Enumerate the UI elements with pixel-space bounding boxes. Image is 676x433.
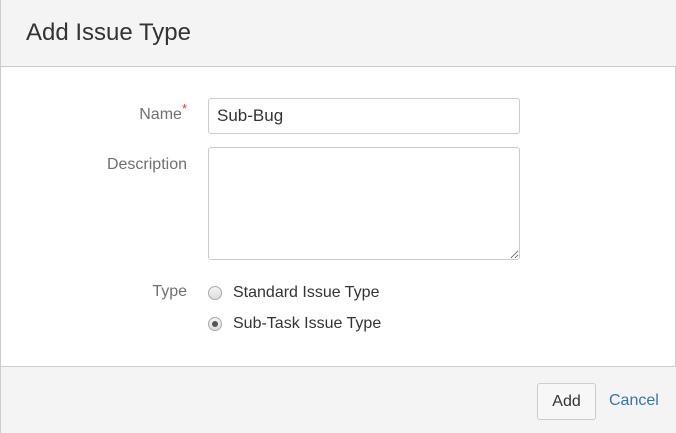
type-label: Type xyxy=(152,283,187,300)
required-marker: * xyxy=(181,101,187,116)
radio-label: Standard Issue Type xyxy=(233,284,380,301)
radio-standard-issue-type[interactable]: Standard Issue Type xyxy=(208,284,379,302)
cancel-link[interactable]: Cancel xyxy=(609,392,659,410)
radio-label: Sub-Task Issue Type xyxy=(233,315,382,332)
add-issue-type-dialog: Add Issue Type Name* Description Type St… xyxy=(0,0,676,433)
name-input[interactable] xyxy=(208,98,520,134)
radio-sub-task-issue-type[interactable]: Sub-Task Issue Type xyxy=(208,315,381,333)
name-label-text: Name xyxy=(139,106,182,123)
description-textarea[interactable] xyxy=(208,147,520,260)
radio-checked-icon[interactable] xyxy=(208,317,222,331)
dialog-header: Add Issue Type xyxy=(1,0,676,67)
dialog-footer: Add Cancel xyxy=(1,366,676,433)
description-label: Description xyxy=(106,156,187,173)
radio-unchecked-icon[interactable] xyxy=(208,286,222,300)
name-label: Name* xyxy=(139,101,187,124)
add-button[interactable]: Add xyxy=(537,383,596,420)
dialog-title: Add Issue Type xyxy=(26,19,191,46)
